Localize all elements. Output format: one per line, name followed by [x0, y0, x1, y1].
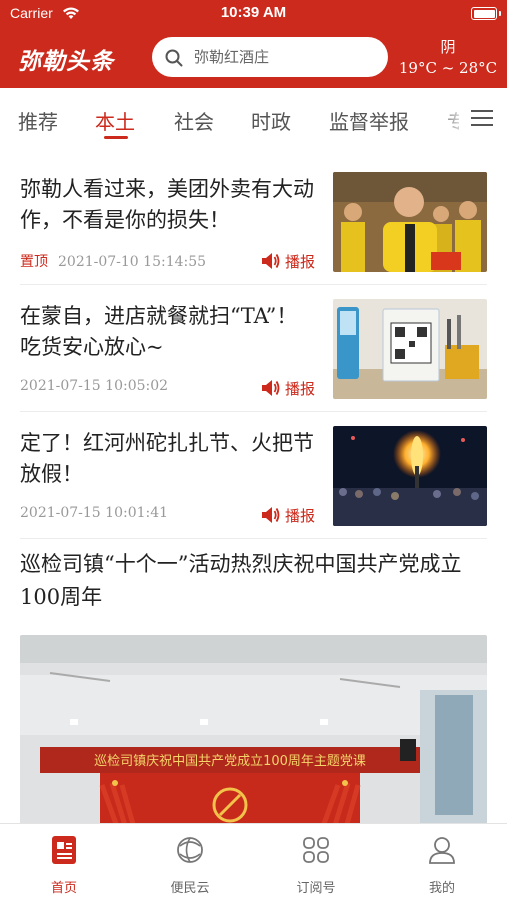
- news-list-item[interactable]: 定了！红河州砣扎扎节、火把节放假！ 2021-07-15 10:01:41 播报: [20, 412, 487, 539]
- grid-subscribe-icon: [303, 837, 329, 863]
- weather-widget[interactable]: 阴 19°C ~ 28°C: [396, 36, 500, 77]
- app-logo: 弥勒头条: [18, 49, 114, 75]
- feature-title[interactable]: 巡检司镇“十个一”活动热烈庆祝中国共产党成立100周年: [20, 548, 487, 614]
- home-news-icon: [52, 836, 76, 864]
- news-thumbnail[interactable]: [333, 172, 487, 272]
- news-meta: 置顶 2021-07-10 15:14:55 播报: [20, 251, 315, 271]
- nav-home[interactable]: 首页: [1, 824, 127, 900]
- tab-politics[interactable]: 时政: [251, 106, 291, 135]
- tab-recommend[interactable]: 推荐: [18, 106, 58, 135]
- nav-subscriptions[interactable]: 订阅号: [253, 824, 379, 900]
- nav-label: 我的: [428, 881, 455, 896]
- news-list-item[interactable]: 弥勒人看过来，美团外卖有大动作，不看是你的损失！ 置顶 2021-07-10 15…: [20, 158, 487, 285]
- hamburger-menu-icon[interactable]: [459, 88, 507, 150]
- search-bar[interactable]: 弥勒红酒庄: [152, 37, 388, 77]
- broadcast-button[interactable]: 播报: [261, 378, 315, 399]
- news-time: 2021-07-10 15:14:55: [58, 254, 207, 270]
- news-thumbnail[interactable]: [333, 426, 487, 526]
- news-thumbnail[interactable]: [333, 299, 487, 399]
- news-title[interactable]: 在蒙自，进店就餐就扫“TA”！吃货安心放心~: [20, 301, 315, 363]
- weather-temperature: 19°C ~ 28°C: [398, 59, 498, 77]
- news-title[interactable]: 定了！红河州砣扎扎节、火把节放假！: [20, 428, 315, 490]
- status-time: 10:39 AM: [220, 4, 287, 21]
- battery-icon: [471, 7, 497, 20]
- channel-tabs: 推荐 本土 社会 时政 监督举报 专: [0, 88, 507, 150]
- user-profile-icon: [429, 837, 455, 864]
- app-header: Carrier 10:39 AM 弥勒头条 弥勒红酒庄 阴 19°C ~ 28°…: [0, 0, 507, 88]
- bottom-tab-bar: 首页 便民云 订阅号 我的: [0, 823, 507, 900]
- feature-article[interactable]: 巡检司镇“十个一”活动热烈庆祝中国共产党成立100周年 巡检司镇庆祝中国共产党成…: [20, 548, 487, 835]
- tab-supervision[interactable]: 监督举报: [329, 106, 409, 135]
- status-bar: Carrier 10:39 AM: [0, 0, 507, 28]
- cloud-service-icon: [177, 837, 203, 863]
- broadcast-button[interactable]: 播报: [261, 251, 315, 272]
- broadcast-button[interactable]: 播报: [261, 505, 315, 526]
- speaker-icon: [261, 253, 280, 269]
- speaker-icon: [261, 380, 280, 396]
- news-time: 2021-07-15 10:01:41: [20, 505, 169, 521]
- news-title[interactable]: 弥勒人看过来，美团外卖有大动作，不看是你的损失！: [20, 174, 315, 236]
- search-input[interactable]: 弥勒红酒庄: [194, 46, 269, 67]
- tab-local[interactable]: 本土: [95, 106, 135, 135]
- news-list-item[interactable]: 在蒙自，进店就餐就扫“TA”！吃货安心放心~ 2021-07-15 10:05:…: [20, 285, 487, 412]
- banner-text: 巡检司镇庆祝中国共产党成立100周年主题党课: [94, 754, 366, 769]
- feature-image[interactable]: 巡检司镇庆祝中国共产党成立100周年主题党课: [20, 635, 487, 835]
- tab-society[interactable]: 社会: [174, 106, 214, 135]
- nav-label: 便民云: [170, 881, 210, 896]
- weather-condition: 阴: [440, 38, 456, 56]
- active-tab-indicator: [104, 136, 128, 139]
- speaker-icon: [261, 507, 280, 523]
- news-meta: 2021-07-15 10:01:41 播报: [20, 505, 315, 525]
- news-time: 2021-07-15 10:05:02: [20, 378, 169, 394]
- nav-convenience-cloud[interactable]: 便民云: [127, 824, 253, 900]
- search-icon: [164, 48, 184, 72]
- nav-label: 首页: [50, 881, 77, 896]
- pinned-tag: 置顶: [20, 254, 48, 270]
- nav-label: 订阅号: [296, 881, 336, 896]
- nav-profile[interactable]: 我的: [379, 824, 505, 900]
- news-meta: 2021-07-15 10:05:02 播报: [20, 378, 315, 398]
